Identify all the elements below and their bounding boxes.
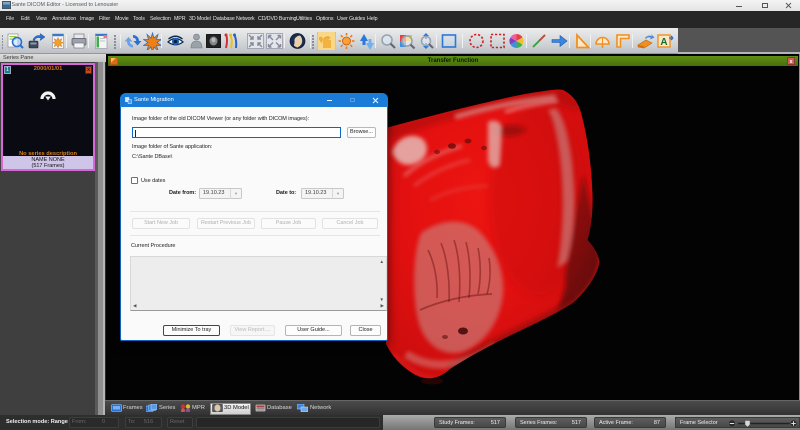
svg-text:A: A (660, 37, 667, 48)
